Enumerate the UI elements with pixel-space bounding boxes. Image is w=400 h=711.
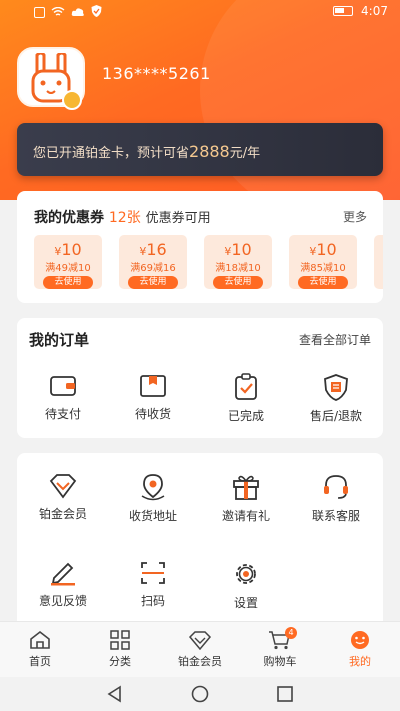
shield-receipt-icon	[324, 374, 348, 401]
coupon-item-partial[interactable]	[374, 235, 383, 289]
back-icon[interactable]	[106, 685, 122, 703]
tool-address[interactable]: 收货地址	[113, 473, 193, 524]
use-coupon-button[interactable]: 去使用	[298, 276, 348, 289]
order-pending-delivery[interactable]: 待收货	[113, 373, 193, 422]
coupon-item[interactable]: ¥10 满85减10 去使用	[289, 235, 357, 289]
tab-cart[interactable]: 4 购物车	[240, 627, 320, 669]
order-pending-payment[interactable]: 待支付	[23, 373, 103, 422]
tool-settings[interactable]: 设置	[206, 560, 286, 611]
gift-icon	[233, 475, 259, 500]
cloud-icon	[71, 6, 85, 20]
recents-icon[interactable]	[276, 685, 294, 703]
coupons-title: 我的优惠券	[34, 210, 104, 226]
use-coupon-button[interactable]: 去使用	[43, 276, 93, 289]
wallet-icon	[50, 376, 76, 396]
order-completed[interactable]: 已完成	[206, 373, 286, 424]
orders-title: 我的订单	[29, 331, 90, 349]
tool-scan[interactable]: 扫码	[113, 560, 193, 609]
clock: 4:07	[361, 4, 388, 18]
coupons-more-link[interactable]: 更多	[343, 208, 367, 225]
vip-suffix: 元/年	[229, 146, 261, 161]
scan-icon	[141, 562, 165, 584]
coupon-item[interactable]: ¥16 满69减16 去使用	[119, 235, 187, 289]
tool-support[interactable]: 联系客服	[296, 473, 376, 524]
coupons-card: 我的优惠券 12张 优惠券可用 更多 ¥10 满49减10 去使用 ¥16 满6…	[17, 191, 383, 303]
vip-prefix: 您已开通铂金卡，预计可省	[33, 146, 190, 161]
status-bar: 4:07	[0, 0, 400, 24]
tab-mine[interactable]: 我的	[320, 630, 400, 669]
tools-card: 铂金会员 收货地址 邀请有礼 联系客服 意见反馈 扫码 设置	[17, 453, 383, 628]
tool-feedback[interactable]: 意见反馈	[23, 560, 103, 609]
home-nav-icon[interactable]	[190, 685, 210, 703]
coupon-item[interactable]: ¥10 满49减10 去使用	[34, 235, 102, 289]
cart-badge: 4	[285, 627, 297, 639]
bottom-tab-bar: 首页 分类 铂金会员 4 购物车 我的	[0, 621, 400, 677]
clipboard-check-icon	[235, 373, 257, 400]
tool-invite[interactable]: 邀请有礼	[206, 473, 286, 524]
package-icon	[140, 375, 166, 397]
shield-status-icon	[91, 5, 102, 20]
gear-icon	[236, 564, 256, 584]
view-all-orders-link[interactable]: 查看全部订单	[299, 331, 371, 348]
user-phone[interactable]: 136****5261	[102, 64, 211, 83]
category-icon	[110, 630, 130, 650]
battery-icon	[333, 6, 354, 16]
home-icon	[30, 630, 50, 649]
coupon-list[interactable]: ¥10 满49减10 去使用 ¥16 满69减16 去使用 ¥10 满18减10…	[34, 235, 383, 289]
use-coupon-button[interactable]: 去使用	[128, 276, 178, 289]
diamond-icon	[188, 631, 212, 650]
order-after-sales[interactable]: 售后/退款	[296, 373, 376, 424]
coupons-count: 12张	[108, 210, 141, 226]
notification-icon	[34, 7, 45, 18]
pencil-icon	[51, 562, 75, 586]
system-nav-bar	[0, 677, 400, 711]
vip-card[interactable]: 您已开通铂金卡，预计可省2888元/年	[17, 123, 383, 176]
use-coupon-button[interactable]: 去使用	[213, 276, 263, 289]
tab-category[interactable]: 分类	[80, 630, 160, 669]
face-icon	[351, 631, 369, 649]
vip-amount: 2888	[189, 142, 230, 161]
wifi-icon	[51, 6, 65, 20]
gender-badge-icon	[62, 90, 82, 110]
orders-card: 我的订单 查看全部订单 待支付 待收货 已完成 售后/退款	[17, 318, 383, 438]
location-icon	[141, 474, 165, 501]
diamond-icon	[49, 474, 77, 499]
tab-vip[interactable]: 铂金会员	[160, 630, 240, 669]
tool-vip[interactable]: 铂金会员	[23, 473, 103, 522]
tab-home[interactable]: 首页	[0, 630, 80, 669]
headset-icon	[324, 475, 348, 499]
coupons-subtitle: 优惠券可用	[145, 211, 211, 226]
coupon-item[interactable]: ¥10 满18减10 去使用	[204, 235, 272, 289]
